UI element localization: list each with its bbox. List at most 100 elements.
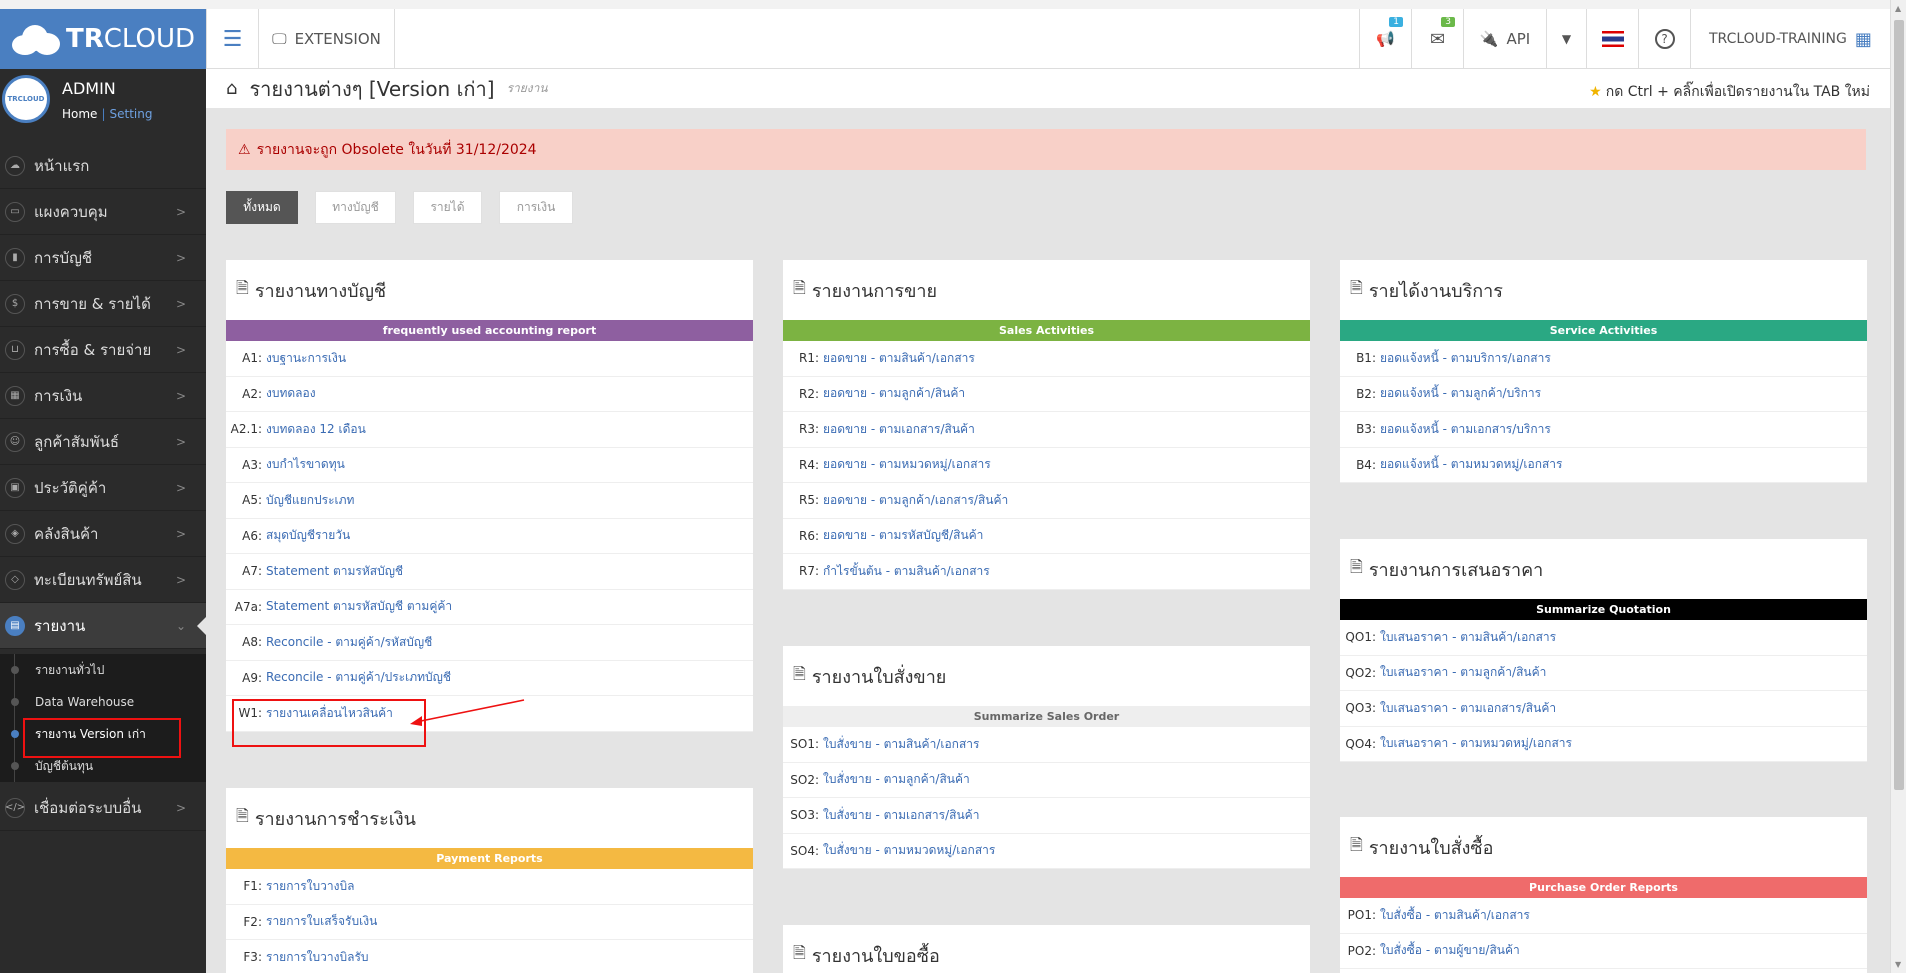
report-link[interactable]: ใบสั่งขาย - ตามสินค้า/เอกสาร	[823, 735, 979, 754]
report-row[interactable]: A7: Statement ตามรหัสบัญชี	[226, 554, 753, 590]
report-link[interactable]: บัญชีแยกประเภท	[266, 491, 354, 510]
filter-revenue-button[interactable]: รายได้	[413, 191, 482, 224]
report-row[interactable]: R4: ยอดขาย - ตามหมวดหมู่/เอกสาร	[783, 448, 1310, 483]
sidebar-item-home[interactable]: ☁ หน้าแรก	[0, 143, 206, 189]
sidebar-item-inventory[interactable]: ◈ คลังสินค้า >	[0, 511, 206, 557]
logo[interactable]: TRCLOUD	[0, 9, 206, 69]
vertical-scrollbar[interactable]: ▲ ▼	[1890, 0, 1906, 973]
setting-link[interactable]: Setting	[109, 107, 152, 121]
report-row[interactable]: SO4: ใบสั่งขาย - ตามหมวดหมู่/เอกสาร	[783, 834, 1310, 869]
sidebar-item-finance[interactable]: ▦ การเงิน >	[0, 373, 206, 419]
sidebar-item-sales[interactable]: $ การขาย & รายได้ >	[0, 281, 206, 327]
report-link[interactable]: รายการใบเสร็จรับเงิน	[266, 912, 377, 931]
report-row[interactable]: R7: กำไรขั้นต้น - ตามสินค้า/เอกสาร	[783, 554, 1310, 590]
home-icon[interactable]: ⌂	[226, 78, 237, 99]
report-row[interactable]: B1: ยอดแจ้งหนี้ - ตามบริการ/เอกสาร	[1340, 341, 1867, 377]
mail-button[interactable]: ✉ 3	[1411, 9, 1463, 69]
report-link[interactable]: Statement ตามรหัสบัญชี ตามคู่ค้า	[266, 597, 452, 616]
report-row[interactable]: PO2: ใบสั่งซื้อ - ตามผู้ขาย/สินค้า	[1340, 934, 1867, 969]
report-link[interactable]: กำไรขั้นต้น - ตามสินค้า/เอกสาร	[823, 562, 990, 581]
report-link[interactable]: ใบสั่งซื้อ - ตามผู้ขาย/สินค้า	[1380, 941, 1520, 960]
company-button[interactable]: TRCLOUD-TRAINING ▦	[1690, 9, 1890, 69]
report-link[interactable]: ยอดขาย - ตามเอกสาร/สินค้า	[823, 420, 975, 439]
home-link[interactable]: Home	[62, 107, 97, 121]
report-link[interactable]: รายการใบวางบิล	[266, 877, 354, 896]
report-row[interactable]: QO3: ใบเสนอราคา - ตามเอกสาร/สินค้า	[1340, 691, 1867, 727]
report-link[interactable]: ใบเสนอราคา - ตามสินค้า/เอกสาร	[1380, 628, 1556, 647]
report-link[interactable]: Statement ตามรหัสบัญชี	[266, 562, 403, 581]
sidebar-item-dashboard[interactable]: ▭ แผงควบคุม >	[0, 189, 206, 235]
report-link[interactable]: ยอดขาย - ตามลูกค้า/เอกสาร/สินค้า	[823, 491, 1008, 510]
report-row[interactable]: B3: ยอดแจ้งหนี้ - ตามเอกสาร/บริการ	[1340, 412, 1867, 448]
report-row[interactable]: A3: งบกำไรขาดทุน	[226, 448, 753, 483]
report-row[interactable]: B4: ยอดแจ้งหนี้ - ตามหมวดหมู่/เอกสาร	[1340, 448, 1867, 483]
report-row[interactable]: A2: งบทดลอง	[226, 377, 753, 412]
sidebar-item-partner-history[interactable]: ▣ ประวัติคู่ค้า >	[0, 465, 206, 511]
report-row[interactable]: R2: ยอดขาย - ตามลูกค้า/สินค้า	[783, 377, 1310, 412]
report-link[interactable]: ยอดขาย - ตามรหัสบัญชี/สินค้า	[823, 526, 983, 545]
report-link[interactable]: ยอดแจ้งหนี้ - ตามบริการ/เอกสาร	[1380, 349, 1551, 368]
sidebar-sub-data-warehouse[interactable]: Data Warehouse	[0, 686, 206, 718]
report-link[interactable]: รายการใบวางบิลรับ	[266, 948, 369, 967]
report-row[interactable]: SO2: ใบสั่งขาย - ตามลูกค้า/สินค้า	[783, 763, 1310, 798]
sidebar-item-crm[interactable]: ☺ ลูกค้าสัมพันธ์ >	[0, 419, 206, 465]
report-row[interactable]: F2: รายการใบเสร็จรับเงิน	[226, 905, 753, 940]
report-link[interactable]: ยอดขาย - ตามลูกค้า/สินค้า	[823, 384, 965, 403]
sidebar-sub-general-report[interactable]: รายงานทั่วไป	[0, 654, 206, 686]
report-row[interactable]: R5: ยอดขาย - ตามลูกค้า/เอกสาร/สินค้า	[783, 483, 1310, 519]
report-link[interactable]: Reconcile - ตามคู่ค้า/ประเภทบัญชี	[266, 668, 451, 687]
sidebar-item-reports[interactable]: ▤ รายงาน ⌄	[0, 603, 206, 649]
help-button[interactable]: ?	[1638, 9, 1690, 69]
report-link[interactable]: ใบเสนอราคา - ตามลูกค้า/สินค้า	[1380, 663, 1546, 682]
report-link[interactable]: ใบสั่งขาย - ตามเอกสาร/สินค้า	[823, 806, 979, 825]
report-row[interactable]: SO3: ใบสั่งขาย - ตามเอกสาร/สินค้า	[783, 798, 1310, 834]
filter-accounting-button[interactable]: ทางบัญชี	[315, 191, 396, 224]
report-link[interactable]: ยอดขาย - ตามหมวดหมู่/เอกสาร	[823, 455, 991, 474]
announcement-button[interactable]: 📢 1	[1359, 9, 1411, 69]
language-button[interactable]	[1586, 9, 1638, 69]
report-link[interactable]: งบกำไรขาดทุน	[266, 455, 345, 474]
sidebar-item-assets[interactable]: ◇ ทะเบียนทรัพย์สิน >	[0, 557, 206, 603]
extension-button[interactable]: 🖵 EXTENSION	[258, 9, 395, 69]
report-row[interactable]: A6: สมุดบัญชีรายวัน	[226, 519, 753, 554]
report-row[interactable]: R3: ยอดขาย - ตามเอกสาร/สินค้า	[783, 412, 1310, 448]
report-link[interactable]: ใบสั่งขาย - ตามหมวดหมู่/เอกสาร	[823, 841, 995, 860]
report-link[interactable]: งบฐานะการเงิน	[266, 349, 346, 368]
report-row[interactable]: PO1: ใบสั่งซื้อ - ตามสินค้า/เอกสาร	[1340, 898, 1867, 934]
report-row[interactable]: R6: ยอดขาย - ตามรหัสบัญชี/สินค้า	[783, 519, 1310, 554]
sidebar-item-purchase[interactable]: ⊔ การซื้อ & รายจ่าย >	[0, 327, 206, 373]
menu-toggle-button[interactable]: ☰	[206, 9, 258, 69]
report-link[interactable]: ยอดขาย - ตามสินค้า/เอกสาร	[823, 349, 975, 368]
report-row[interactable]: A7a: Statement ตามรหัสบัญชี ตามคู่ค้า	[226, 590, 753, 625]
report-row[interactable]: SO1: ใบสั่งขาย - ตามสินค้า/เอกสาร	[783, 727, 1310, 763]
report-link[interactable]: ยอดแจ้งหนี้ - ตามลูกค้า/บริการ	[1380, 384, 1541, 403]
report-link[interactable]: ใบเสนอราคา - ตามเอกสาร/สินค้า	[1380, 699, 1556, 718]
report-row[interactable]: F3: รายการใบวางบิลรับ	[226, 940, 753, 973]
filter-finance-button[interactable]: การเงิน	[499, 191, 573, 224]
report-link[interactable]: Reconcile - ตามคู่ค้า/รหัสบัญชี	[266, 633, 432, 652]
report-row[interactable]: A5: บัญชีแยกประเภท	[226, 483, 753, 519]
report-row[interactable]: QO1: ใบเสนอราคา - ตามสินค้า/เอกสาร	[1340, 620, 1867, 656]
scrollbar-thumb[interactable]	[1894, 20, 1904, 790]
report-row[interactable]: QO2: ใบเสนอราคา - ตามลูกค้า/สินค้า	[1340, 656, 1867, 691]
api-button[interactable]: 🔌 API	[1463, 9, 1546, 69]
report-row[interactable]: R1: ยอดขาย - ตามสินค้า/เอกสาร	[783, 341, 1310, 377]
report-link[interactable]: งบทดลอง	[266, 384, 316, 403]
sidebar-item-integrations[interactable]: </> เชื่อมต่อระบบอื่น >	[0, 785, 206, 831]
report-link[interactable]: ใบเสนอราคา - ตามหมวดหมู่/เอกสาร	[1380, 734, 1572, 753]
report-row[interactable]: F1: รายการใบวางบิล	[226, 869, 753, 905]
report-link[interactable]: สมุดบัญชีรายวัน	[266, 526, 350, 545]
report-row[interactable]: A9: Reconcile - ตามคู่ค้า/ประเภทบัญชี	[226, 661, 753, 696]
dropdown-button[interactable]: ▼	[1546, 9, 1586, 69]
scroll-up-icon[interactable]: ▲	[1895, 4, 1901, 13]
scroll-down-icon[interactable]: ▼	[1895, 960, 1901, 969]
report-link[interactable]: ยอดแจ้งหนี้ - ตามหมวดหมู่/เอกสาร	[1380, 455, 1562, 474]
sidebar-item-accounting[interactable]: ▮ การบัญชี >	[0, 235, 206, 281]
report-row[interactable]: A8: Reconcile - ตามคู่ค้า/รหัสบัญชี	[226, 625, 753, 661]
report-link[interactable]: งบทดลอง 12 เดือน	[266, 420, 366, 439]
report-row[interactable]: B2: ยอดแจ้งหนี้ - ตามลูกค้า/บริการ	[1340, 377, 1867, 412]
report-row[interactable]: A2.1: งบทดลอง 12 เดือน	[226, 412, 753, 448]
report-link[interactable]: ใบสั่งซื้อ - ตามสินค้า/เอกสาร	[1380, 906, 1530, 925]
report-row[interactable]: A1: งบฐานะการเงิน	[226, 341, 753, 377]
report-row[interactable]: QO4: ใบเสนอราคา - ตามหมวดหมู่/เอกสาร	[1340, 727, 1867, 762]
